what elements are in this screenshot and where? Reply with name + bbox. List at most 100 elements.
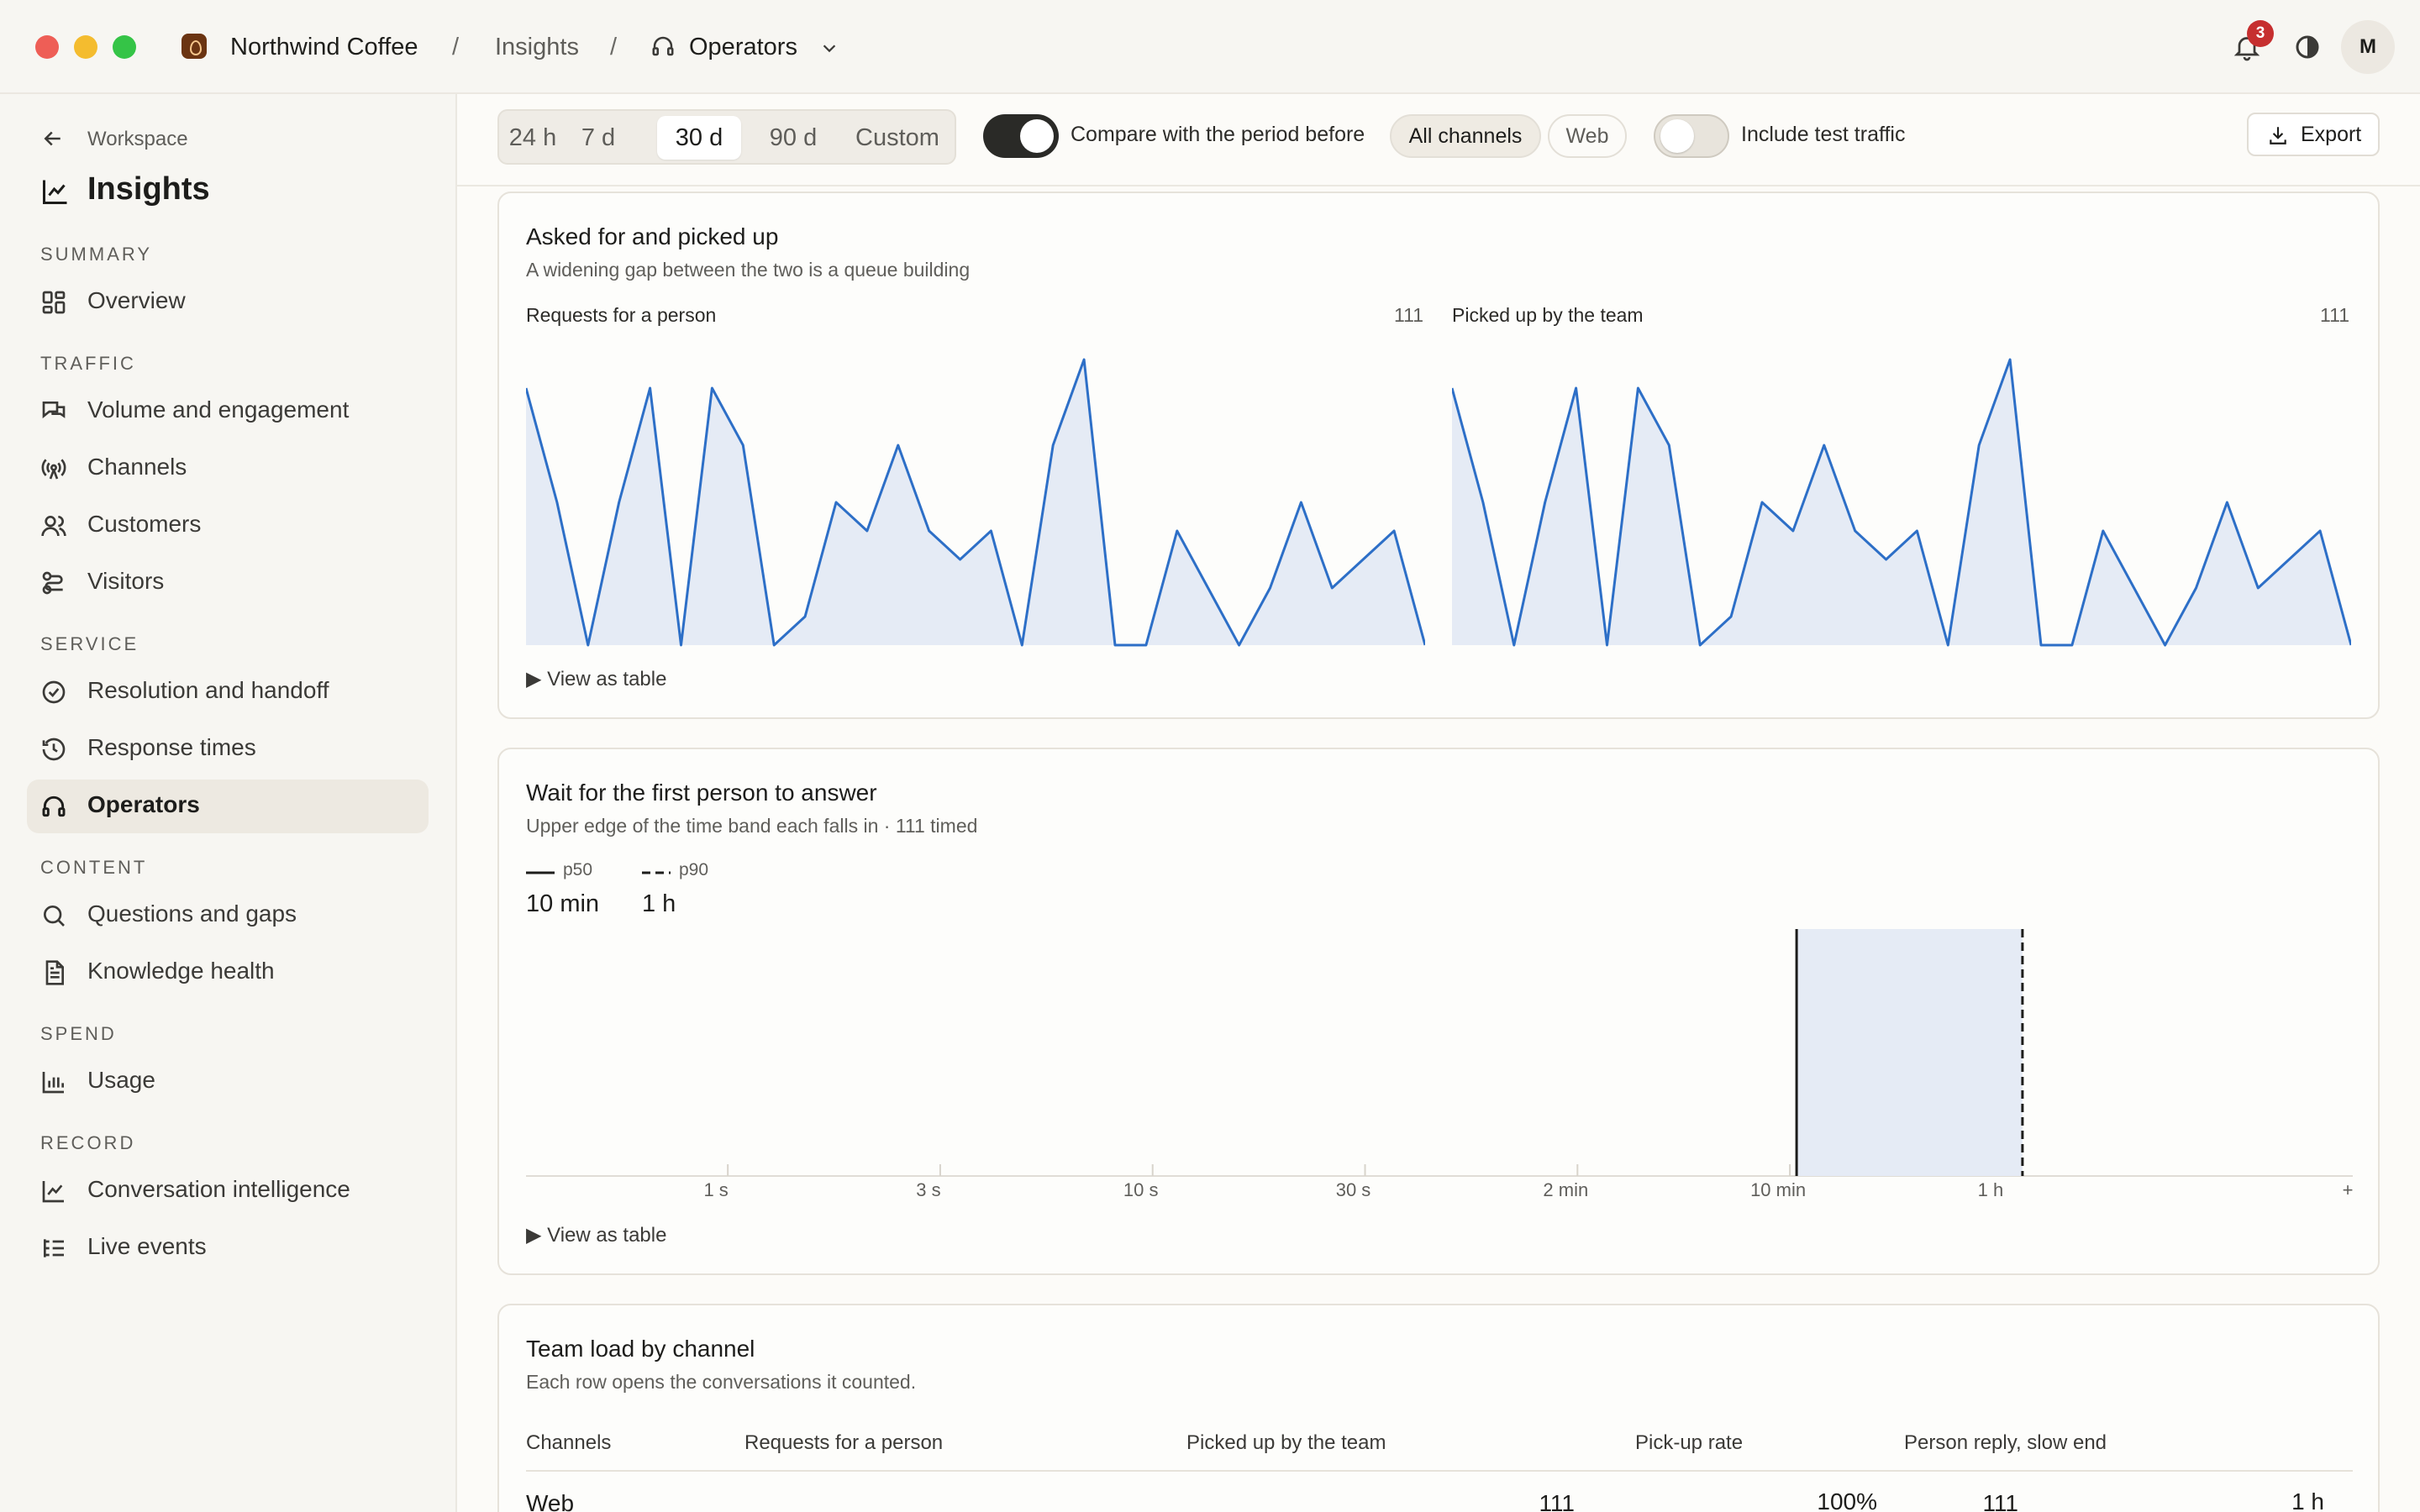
column-header-rate[interactable]: Pick-up rate [1635, 1431, 1743, 1455]
compare-toggle[interactable] [983, 114, 1059, 158]
chip-web[interactable]: Web [1548, 114, 1627, 158]
card-team-load: Team load by channel Each row opens the … [497, 1304, 2380, 1512]
sidebar-item-label: Knowledge health [87, 958, 275, 984]
view-as-table-toggle[interactable]: ▶ View as table [526, 667, 666, 691]
sidebar-item-operators[interactable]: Operators [27, 780, 429, 833]
sidebar-item-volume[interactable]: Volume and engagement [27, 385, 429, 438]
sidebar-item-label: Response times [87, 734, 256, 760]
breadcrumb-current[interactable]: Operators [689, 32, 797, 62]
p90-value: 1 h [642, 890, 676, 917]
sidebar-item-conversation-intelligence[interactable]: Conversation intelligence [27, 1164, 429, 1218]
sidebar-item-label: Customers [87, 511, 202, 537]
history-icon [42, 738, 66, 761]
range-24h[interactable]: 24 h [506, 116, 560, 160]
list-tree-icon [44, 1239, 64, 1257]
users-icon [41, 516, 66, 537]
table-row[interactable]: Web 111 111 [499, 1482, 2378, 1512]
chevron-down-icon[interactable] [820, 39, 839, 57]
sidebar-item-channels[interactable]: Channels [27, 442, 429, 496]
sidebar-item-usage[interactable]: Usage [27, 1055, 429, 1109]
toggle-knob [1660, 119, 1694, 153]
sidebar-item-label: Questions and gaps [87, 900, 297, 927]
series-area [526, 360, 1425, 645]
column-header-picked[interactable]: Picked up by the team [1186, 1431, 1386, 1455]
sidebar-item-label: Visitors [87, 568, 165, 594]
column-header-channels[interactable]: Channels [526, 1431, 611, 1455]
maximize-window-button[interactable] [113, 35, 136, 59]
search-icon [44, 906, 65, 927]
section-summary: Summary [40, 244, 153, 265]
chart-count-picked: 111 [2320, 304, 2349, 326]
sidebar-item-label: Channels [87, 454, 187, 480]
view-as-table-toggle[interactable]: ▶ View as table [526, 1223, 666, 1247]
breadcrumb-separator: / [610, 34, 618, 60]
broadcast-icon [41, 459, 66, 480]
p90-legend-label: p90 [679, 860, 709, 879]
time-band [1797, 929, 2023, 1176]
axis-tick-label: 10 s [1123, 1179, 1159, 1200]
requests-area-chart [526, 358, 1425, 647]
headset-icon [652, 36, 674, 56]
cell-channel: Web [526, 1490, 575, 1512]
sidebar-item-visitors[interactable]: Visitors [27, 556, 429, 610]
minimize-window-button[interactable] [74, 35, 97, 59]
bar-chart-icon [42, 1072, 64, 1094]
range-7d[interactable]: 7 d [571, 116, 625, 160]
chart-label-picked: Picked up by the team [1452, 304, 1644, 326]
sidebar-item-label: Conversation intelligence [87, 1176, 350, 1202]
notification-badge: 3 [2247, 20, 2274, 47]
export-button[interactable]: Export [2247, 113, 2380, 156]
org-logo-icon [182, 34, 207, 59]
axis-tick-label: 2 min [1543, 1179, 1589, 1200]
chart-label-requests: Requests for a person [526, 304, 717, 326]
grid-icon [42, 291, 66, 314]
p50-legend-label: p50 [563, 860, 593, 879]
card-title: Team load by channel [526, 1336, 755, 1362]
sidebar-item-knowledge[interactable]: Knowledge health [27, 946, 429, 1000]
cell-picked: 111 [1982, 1490, 2018, 1512]
sidebar-item-live-events[interactable]: Live events [27, 1221, 429, 1275]
card-subtitle: Each row opens the conversations it coun… [526, 1371, 917, 1393]
export-label: Export [2301, 123, 2362, 146]
headset-icon [42, 795, 66, 817]
breadcrumb-insights[interactable]: Insights [495, 32, 579, 62]
cell-slow-end: 1 h [2291, 1488, 2324, 1512]
check-circle-icon [42, 680, 66, 704]
section-content: Content [40, 857, 148, 878]
line-chart-icon [43, 180, 67, 204]
sidebar-item-label: Operators [87, 791, 200, 817]
range-30d[interactable]: 30 d [657, 116, 741, 160]
section-record: Record [40, 1132, 136, 1153]
p50-value: 10 min [526, 890, 600, 917]
picked-area-chart [1452, 358, 2351, 647]
theme-toggle-icon[interactable] [2292, 32, 2323, 62]
sidebar-item-label: Usage [87, 1067, 155, 1093]
range-custom[interactable]: Custom [845, 116, 950, 160]
sidebar-item-resolution[interactable]: Resolution and handoff [27, 665, 429, 719]
column-header-slow-end[interactable]: Person reply, slow end [1904, 1431, 2107, 1455]
close-window-button[interactable] [35, 35, 59, 59]
sidebar-item-overview[interactable]: Overview [27, 276, 429, 329]
test-traffic-toggle[interactable] [1654, 114, 1729, 158]
sidebar-title-text: Insights [87, 171, 210, 207]
download-icon [2270, 127, 2286, 144]
sidebar: Workspace Insights Summary Overview Traf… [0, 94, 457, 1512]
sidebar-item-customers[interactable]: Customers [27, 499, 429, 553]
test-traffic-label: Include test traffic [1741, 123, 1906, 146]
axis-tick-label: + [2342, 1179, 2354, 1200]
wait-band-chart [526, 929, 2353, 1177]
org-name[interactable]: Northwind Coffee [230, 32, 418, 62]
chart-count-requests: 111 [1394, 304, 1423, 326]
sidebar-item-questions[interactable]: Questions and gaps [27, 889, 429, 942]
cell-rate: 100% [1817, 1488, 1877, 1512]
card-wait-first-answer: Wait for the first person to answer Uppe… [497, 748, 2380, 1275]
axis-tick-label: 30 s [1335, 1179, 1371, 1200]
avatar[interactable]: M [2341, 20, 2395, 74]
column-header-requests[interactable]: Requests for a person [744, 1431, 943, 1455]
sidebar-item-label: Resolution and handoff [87, 677, 329, 703]
chip-all-channels[interactable]: All channels [1390, 114, 1541, 158]
card-title: Wait for the first person to answer [526, 780, 877, 806]
sidebar-item-response-times[interactable]: Response times [27, 722, 429, 776]
axis-tick-label: 1 s [703, 1179, 729, 1200]
range-90d[interactable]: 90 d [751, 116, 835, 160]
